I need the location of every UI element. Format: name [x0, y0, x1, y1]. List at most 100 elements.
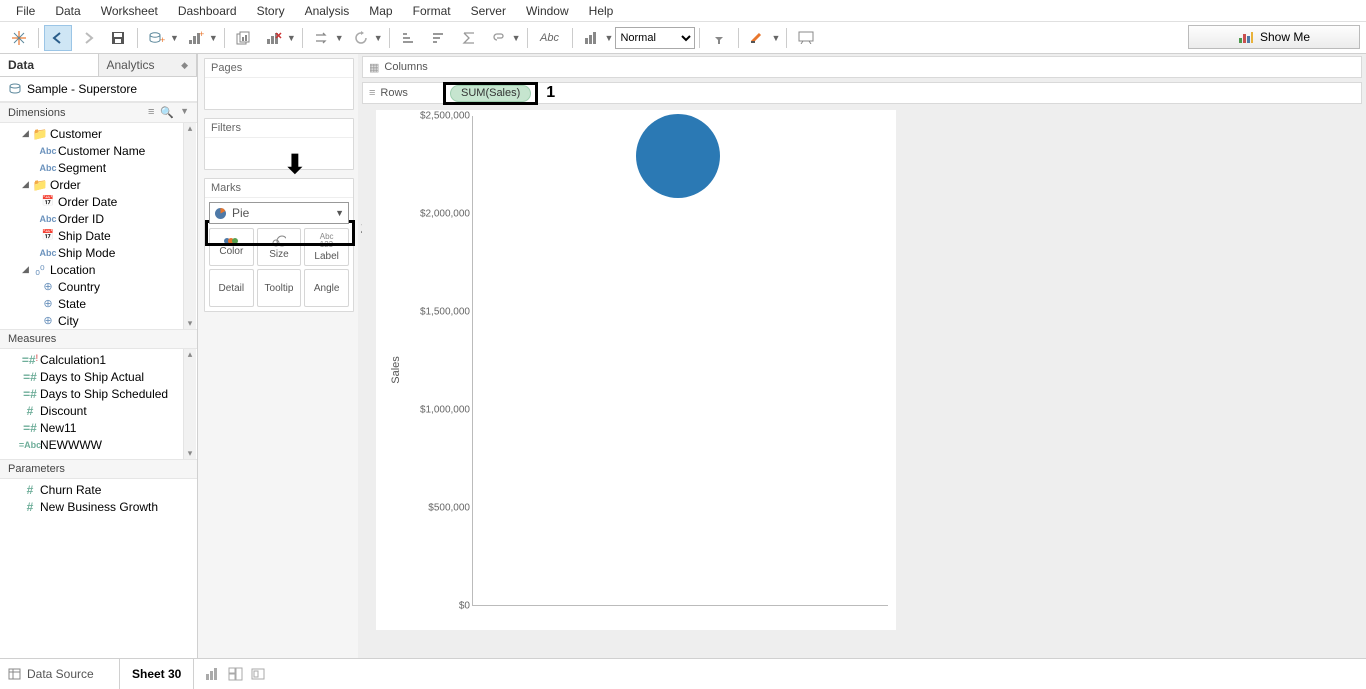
new-worksheet-tab-button[interactable] [204, 667, 220, 681]
dropdown-icon[interactable]: ▼ [512, 33, 521, 43]
dim-ship-mode[interactable]: AbcShip Mode [0, 244, 197, 261]
param-nbg[interactable]: #New Business Growth [0, 498, 197, 515]
tab-analytics[interactable]: Analytics◆ [99, 54, 198, 76]
menu-dashboard[interactable]: Dashboard [168, 2, 247, 20]
dropdown-icon[interactable]: ▼ [180, 106, 189, 119]
save-button[interactable] [104, 25, 132, 51]
dim-order-id[interactable]: AbcOrder ID [0, 210, 197, 227]
toolbar: + ▼ + ▼ ▼ ▼ ▼ ▼ Abc ▼ Normal ▼ Show Me [0, 22, 1366, 54]
marks-color-button[interactable]: Color [209, 228, 254, 266]
filters-title: Filters [205, 119, 353, 138]
dim-customer-name[interactable]: AbcCustomer Name [0, 142, 197, 159]
folder-customer[interactable]: ◢📁Customer [0, 125, 197, 142]
sort-asc-button[interactable] [395, 25, 423, 51]
mark-type-select[interactable]: Pie ▼ [209, 202, 349, 224]
pie-icon [214, 207, 227, 220]
menu-data[interactable]: Data [45, 2, 90, 20]
size-icon [272, 235, 286, 247]
dim-segment[interactable]: AbcSegment [0, 159, 197, 176]
marks-angle-button[interactable]: Angle [304, 269, 349, 307]
color-icon [224, 238, 238, 244]
columns-shelf[interactable]: ▦Columns [362, 56, 1362, 78]
attach-button[interactable] [485, 25, 513, 51]
menu-analysis[interactable]: Analysis [295, 2, 360, 20]
measures-tree: ▴ =#!Calculation1 =#Days to Ship Actual … [0, 349, 197, 459]
pill-sum-sales[interactable]: SUM(Sales) [450, 85, 531, 102]
highlight-button[interactable] [744, 25, 772, 51]
show-me-button[interactable]: Show Me [1188, 25, 1360, 49]
dropdown-icon[interactable]: ▼ [374, 33, 383, 43]
dropdown-icon[interactable]: ▼ [170, 33, 179, 43]
abc-labels-button[interactable]: Abc [533, 25, 567, 51]
dropdown-icon[interactable]: ▼ [605, 33, 614, 43]
connection-row[interactable]: Sample - Superstore [0, 77, 197, 102]
new-worksheet-button[interactable]: + [182, 25, 210, 51]
viz-canvas[interactable]: Sales $0 $500,000 $1,000,000 $1,500,000 … [362, 110, 1362, 654]
dropdown-icon[interactable]: ▼ [287, 33, 296, 43]
ytick-4: $2,000,000 [420, 209, 470, 220]
dropdown-icon[interactable]: ▼ [771, 33, 780, 43]
new-story-tab-button[interactable] [251, 667, 266, 681]
pin-button[interactable] [705, 25, 733, 51]
rows-icon: ≡ [369, 87, 375, 99]
data-pane: Data Analytics◆ Sample - Superstore Dime… [0, 54, 198, 658]
sort-desc-button[interactable] [425, 25, 453, 51]
marks-detail-button[interactable]: Detail [209, 269, 254, 307]
dropdown-icon[interactable]: ▼ [209, 33, 218, 43]
swap-button[interactable] [308, 25, 336, 51]
marks-size-button[interactable]: Size [257, 228, 302, 266]
search-icon[interactable]: 🔍 [160, 106, 174, 119]
rows-shelf[interactable]: ≡Rows SUM(Sales) 1 [362, 82, 1362, 104]
menu-map[interactable]: Map [359, 2, 402, 20]
meas-new11[interactable]: =#New11 [0, 419, 197, 436]
pie-mark[interactable] [636, 114, 720, 198]
clear-sheet-button[interactable] [260, 25, 288, 51]
menu-help[interactable]: Help [579, 2, 624, 20]
menu-story[interactable]: Story [247, 2, 295, 20]
menu-server[interactable]: Server [461, 2, 516, 20]
dropdown-icon[interactable]: ▼ [335, 33, 344, 43]
menu-worksheet[interactable]: Worksheet [91, 2, 168, 20]
menu-file[interactable]: File [6, 2, 45, 20]
marks-title: Marks [205, 179, 353, 198]
rows-label: Rows [380, 87, 408, 99]
back-button[interactable] [44, 25, 72, 51]
dim-country[interactable]: ⊕Country [0, 278, 197, 295]
duplicate-sheet-button[interactable] [230, 25, 258, 51]
dim-ship-date[interactable]: 📅Ship Date [0, 227, 197, 244]
measures-header: Measures [0, 329, 197, 349]
dim-order-date[interactable]: 📅Order Date [0, 193, 197, 210]
meas-d2ss[interactable]: =#Days to Ship Scheduled [0, 385, 197, 402]
columns-label: Columns [384, 61, 427, 73]
filters-card[interactable]: Filters [204, 118, 354, 170]
totals-button[interactable] [455, 25, 483, 51]
folder-order[interactable]: ◢📁Order [0, 176, 197, 193]
forward-button[interactable] [74, 25, 102, 51]
meas-d2sa[interactable]: =#Days to Ship Actual [0, 368, 197, 385]
new-datasource-button[interactable]: + [143, 25, 171, 51]
list-view-icon[interactable]: ≡ [148, 106, 154, 119]
plot-area: Sales $0 $500,000 $1,000,000 $1,500,000 … [376, 110, 896, 630]
meas-discount[interactable]: #Discount [0, 402, 197, 419]
presentation-button[interactable] [792, 25, 820, 51]
folder-location[interactable]: ◢ₒ⁰Location [0, 261, 197, 278]
tab-data[interactable]: Data [0, 54, 99, 76]
pages-card[interactable]: Pages [204, 58, 354, 110]
meas-calc1[interactable]: =#!Calculation1 [0, 351, 197, 368]
datasource-tab[interactable]: Data Source [0, 659, 120, 689]
new-dashboard-tab-button[interactable] [228, 667, 243, 681]
marks-label-button[interactable]: Abc123Label [304, 228, 349, 266]
refresh-button[interactable] [347, 25, 375, 51]
param-churn[interactable]: #Churn Rate [0, 481, 197, 498]
menu-window[interactable]: Window [516, 2, 579, 20]
fit-icon[interactable] [578, 25, 606, 51]
menu-format[interactable]: Format [403, 2, 461, 20]
dim-state[interactable]: ⊕State [0, 295, 197, 312]
meas-newwww[interactable]: =AbcNEWWWW [0, 436, 197, 453]
sheet-tab-active[interactable]: Sheet 30 [120, 659, 194, 689]
ytick-1: $500,000 [428, 503, 470, 514]
tableau-logo-icon[interactable] [5, 25, 33, 51]
marks-tooltip-button[interactable]: Tooltip [257, 269, 302, 307]
dim-city[interactable]: ⊕City [0, 312, 197, 329]
fit-select[interactable]: Normal [615, 27, 695, 49]
